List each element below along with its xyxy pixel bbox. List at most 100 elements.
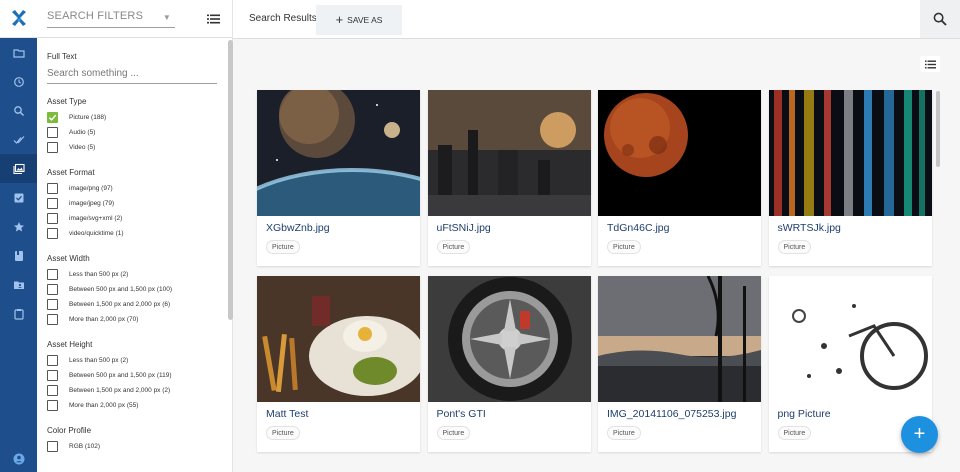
- asset-thumbnail[interactable]: [598, 276, 761, 402]
- filter-checkbox[interactable]: [47, 355, 58, 366]
- asset-thumbnail[interactable]: [768, 276, 932, 402]
- filter-option[interactable]: image/jpeg (79): [47, 196, 217, 211]
- filter-option[interactable]: Less than 500 px (2): [47, 353, 217, 368]
- filter-checkbox[interactable]: [47, 314, 58, 325]
- filter-option[interactable]: Picture (188): [47, 110, 217, 125]
- checkmark-icon: [48, 114, 57, 121]
- asset-type-badge: Picture: [436, 240, 471, 254]
- search-button[interactable]: [920, 0, 960, 38]
- filter-checkbox[interactable]: [47, 112, 58, 123]
- filter-option-label: video/quicktime (1): [69, 230, 124, 237]
- top-bar: Search Results + SAVE AS: [233, 0, 960, 39]
- filter-checkbox[interactable]: [47, 198, 58, 209]
- asset-thumbnail[interactable]: [768, 90, 932, 216]
- account-button[interactable]: [0, 450, 37, 468]
- filters-header: SEARCH FILTERS ▼: [37, 0, 232, 38]
- asset-title[interactable]: sWRTSJk.jpg: [778, 222, 841, 234]
- filter-group-title: Color Profile: [47, 426, 92, 435]
- save-as-button[interactable]: + SAVE AS: [316, 5, 402, 35]
- filter-option-label: image/png (97): [69, 185, 113, 192]
- nav-clipboard[interactable]: [0, 299, 37, 328]
- nav-favorites[interactable]: [0, 212, 37, 241]
- filter-checkbox[interactable]: [47, 284, 58, 295]
- nav-assets[interactable]: [0, 154, 37, 183]
- nav-history[interactable]: [0, 67, 37, 96]
- filter-option[interactable]: Between 500 px and 1,500 px (119): [47, 368, 217, 383]
- filter-groups: Asset Type Picture (188) Audio (5) Video (5…: [47, 97, 217, 454]
- nav-shared[interactable]: [0, 270, 37, 299]
- app-root: SEARCH FILTERS ▼ Full Text Search someth…: [0, 0, 960, 472]
- filter-option[interactable]: Less than 500 px (2): [47, 267, 217, 282]
- filter-checkbox[interactable]: [47, 400, 58, 411]
- nav-check-all[interactable]: [0, 125, 37, 154]
- filter-option[interactable]: RGB (102): [47, 439, 217, 454]
- filter-option-label: Less than 500 px (2): [69, 271, 129, 278]
- asset-title[interactable]: uFtSNiJ.jpg: [437, 222, 491, 234]
- filter-checkbox[interactable]: [47, 228, 58, 239]
- asset-card[interactable]: IMG_20141106_075253.jpg Picture: [598, 276, 761, 452]
- asset-title[interactable]: png Picture: [778, 408, 831, 420]
- filter-option[interactable]: Between 500 px and 1,500 px (100): [47, 282, 217, 297]
- asset-thumbnail[interactable]: [427, 90, 591, 216]
- asset-card[interactable]: uFtSNiJ.jpg Picture: [427, 90, 591, 266]
- filter-checkbox[interactable]: [47, 299, 58, 310]
- full-text-input[interactable]: Search something ...: [47, 68, 217, 84]
- filter-option[interactable]: Audio (5): [47, 125, 217, 140]
- view-toggle-button[interactable]: [920, 56, 940, 72]
- account-circle-icon: [13, 453, 24, 465]
- asset-thumbnail[interactable]: [257, 90, 420, 216]
- asset-thumbnail[interactable]: [427, 276, 591, 402]
- filters-body: Full Text Search something ... Asset Typ…: [37, 39, 227, 472]
- filter-group-title: Asset Format: [47, 168, 95, 177]
- asset-card[interactable]: TdGn46C.jpg Picture: [598, 90, 761, 266]
- asset-title[interactable]: XGbwZnb.jpg: [266, 222, 330, 234]
- filter-option[interactable]: image/svg+xml (2): [47, 211, 217, 226]
- filter-option[interactable]: image/png (97): [47, 181, 217, 196]
- asset-type-badge: Picture: [436, 426, 471, 440]
- filter-option[interactable]: video/quicktime (1): [47, 226, 217, 241]
- folder-icon: [12, 48, 25, 58]
- asset-title[interactable]: Pont's GTI: [437, 408, 486, 420]
- filter-option[interactable]: More than 2,000 px (70): [47, 312, 217, 327]
- asset-type-badge: Picture: [607, 240, 641, 254]
- filter-checkbox[interactable]: [47, 142, 58, 153]
- filters-list-button[interactable]: [205, 11, 221, 27]
- filter-checkbox[interactable]: [47, 385, 58, 396]
- add-asset-button[interactable]: +: [901, 416, 938, 453]
- filter-option[interactable]: Between 1,500 px and 2,000 px (2): [47, 383, 217, 398]
- asset-card[interactable]: Matt Test Picture: [257, 276, 420, 452]
- filter-checkbox[interactable]: [47, 213, 58, 224]
- asset-card[interactable]: XGbwZnb.jpg Picture: [257, 90, 420, 266]
- asset-thumbnail[interactable]: [598, 90, 761, 216]
- app-logo[interactable]: [0, 0, 37, 38]
- filter-option-label: Between 1,500 px and 2,000 px (2): [69, 387, 171, 394]
- nav-folder[interactable]: [0, 38, 37, 67]
- filter-option-label: Audio (5): [69, 129, 96, 136]
- filter-checkbox[interactable]: [47, 183, 58, 194]
- filter-option-label: Between 500 px and 1,500 px (100): [69, 286, 172, 293]
- filter-option-label: Between 1,500 px and 2,000 px (6): [69, 301, 171, 308]
- asset-card[interactable]: Pont's GTI Picture: [427, 276, 591, 452]
- filter-option[interactable]: More than 2,000 px (55): [47, 398, 217, 413]
- filters-panel: SEARCH FILTERS ▼ Full Text Search someth…: [37, 0, 233, 472]
- asset-thumbnail[interactable]: [257, 276, 420, 402]
- asset-card[interactable]: sWRTSJk.jpg Picture: [768, 90, 932, 266]
- filter-option[interactable]: Between 1,500 px and 2,000 px (6): [47, 297, 217, 312]
- filter-checkbox[interactable]: [47, 370, 58, 381]
- filter-option-label: Less than 500 px (2): [69, 357, 129, 364]
- asset-title[interactable]: IMG_20141106_075253.jpg: [607, 408, 736, 420]
- photo-library-icon: [12, 163, 25, 174]
- asset-title[interactable]: TdGn46C.jpg: [607, 222, 669, 234]
- list-icon: [206, 14, 220, 24]
- list-view-icon: [924, 60, 936, 68]
- filter-checkbox[interactable]: [47, 441, 58, 452]
- nav-tasks[interactable]: [0, 183, 37, 212]
- filters-search-input[interactable]: SEARCH FILTERS ▼: [47, 10, 175, 28]
- nav-search[interactable]: [0, 96, 37, 125]
- filter-checkbox[interactable]: [47, 269, 58, 280]
- results-scrollbar[interactable]: [936, 91, 940, 167]
- nav-collections[interactable]: [0, 241, 37, 270]
- asset-title[interactable]: Matt Test: [266, 408, 308, 420]
- filter-checkbox[interactable]: [47, 127, 58, 138]
- filter-option[interactable]: Video (5): [47, 140, 217, 155]
